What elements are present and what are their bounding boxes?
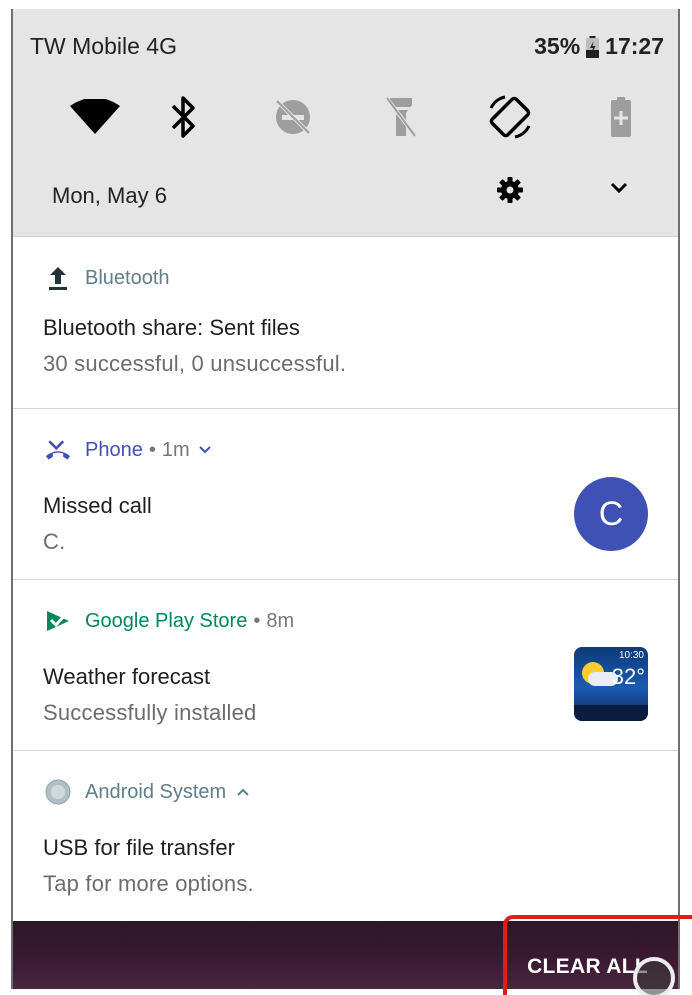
status-right: 35% 17:27 — [534, 33, 664, 60]
notification-text: Successfully installed — [43, 700, 257, 725]
notification-time: 8m — [266, 609, 295, 632]
quick-settings-panel: TW Mobile 4G 35% 17:27 Mon, May 6 — [13, 9, 678, 237]
notification-header: Phone • 1m — [45, 437, 212, 463]
notification-text: Tap for more options. — [43, 871, 254, 896]
quick-settings-tiles — [13, 81, 678, 153]
notification-app-name: Google Play Store — [85, 609, 248, 632]
notification-shade: TW Mobile 4G 35% 17:27 Mon, May 6 Blueto… — [11, 9, 680, 989]
separator-dot: • — [253, 609, 261, 632]
notification-app-name: Android System — [85, 780, 227, 803]
date-row: Mon, May 6 — [13, 159, 678, 233]
upload-icon — [45, 265, 71, 291]
notification-app-name: Bluetooth — [85, 266, 170, 289]
separator-dot: • — [148, 438, 156, 461]
settings-gear-icon[interactable] — [497, 177, 523, 203]
chevron-down-icon[interactable] — [609, 181, 629, 195]
clock: 17:27 — [605, 33, 664, 59]
notification-title: Weather forecast — [43, 664, 211, 689]
notification-header: Bluetooth — [45, 265, 170, 291]
bluetooth-icon[interactable] — [156, 89, 212, 145]
avatar: C — [574, 477, 648, 551]
notification-android-system[interactable]: Android System USB for file transfer Tap… — [13, 751, 678, 921]
thumbnail-temperature: 32° — [611, 664, 645, 689]
battery-percent: 35% — [534, 33, 581, 59]
wifi-icon[interactable] — [67, 89, 123, 145]
notification-text: 30 successful, 0 unsuccessful. — [43, 351, 347, 376]
forecast-strip — [574, 705, 648, 721]
notification-title: USB for file transfer — [43, 835, 235, 860]
chevron-down-icon[interactable] — [198, 445, 212, 455]
auto-rotate-icon[interactable] — [482, 89, 538, 145]
weather-app-thumbnail: 10:30 32° — [574, 647, 648, 721]
flashlight-icon[interactable] — [373, 89, 429, 145]
touch-indicator — [633, 957, 675, 995]
notification-phone[interactable]: Phone • 1m Missed call C. C — [13, 409, 678, 580]
notification-title: Bluetooth share: Sent files — [43, 315, 300, 340]
status-bar: TW Mobile 4G 35% 17:27 — [13, 9, 678, 81]
date-label: Mon, May 6 — [52, 183, 167, 208]
battery-saver-icon[interactable] — [593, 89, 649, 145]
notification-header: Android System — [45, 779, 250, 805]
notification-play-store[interactable]: Google Play Store • 8m Weather forecast … — [13, 580, 678, 751]
notification-app-name: Phone — [85, 438, 143, 461]
play-store-icon — [45, 608, 71, 634]
notification-header: Google Play Store • 8m — [45, 608, 294, 634]
notification-title: Missed call — [43, 493, 152, 518]
carrier-label: TW Mobile 4G — [30, 33, 177, 59]
notification-bluetooth[interactable]: Bluetooth Bluetooth share: Sent files 30… — [13, 237, 678, 409]
android-system-icon — [45, 779, 71, 805]
battery-icon — [586, 35, 600, 58]
chevron-up-icon[interactable] — [236, 787, 250, 797]
thumbnail-time: 10:30 — [618, 650, 644, 661]
missed-call-icon — [45, 437, 71, 463]
notification-text: C. — [43, 529, 66, 554]
do-not-disturb-icon[interactable] — [265, 89, 321, 145]
notification-time: 1m — [161, 438, 190, 461]
